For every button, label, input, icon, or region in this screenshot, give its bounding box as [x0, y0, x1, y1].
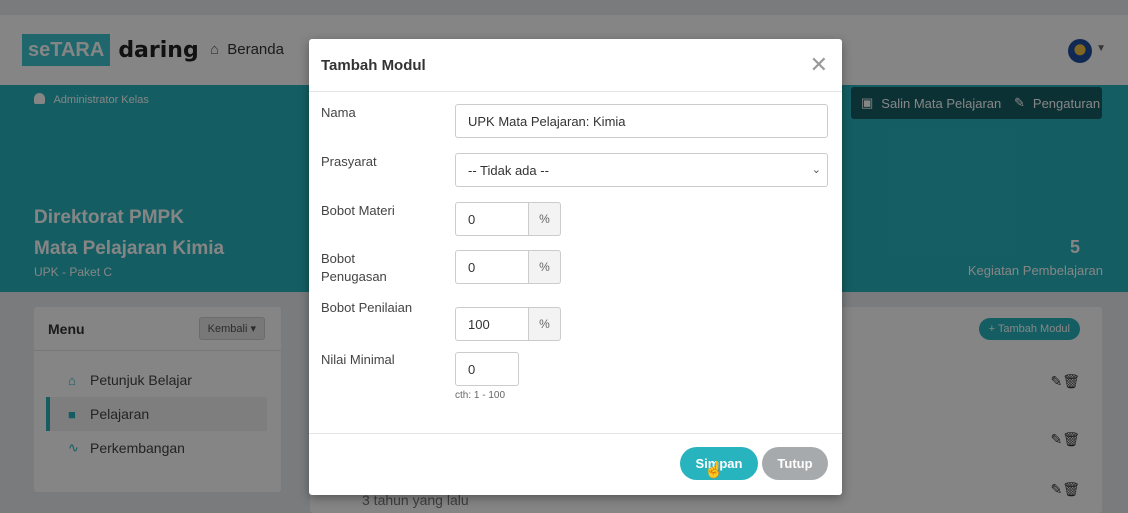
add-module-modal: Tambah Modul ✕ Nama Prasyarat -- Tidak a…	[309, 39, 842, 495]
bobot-materi-input[interactable]: 0	[455, 202, 529, 236]
modal-header: Tambah Modul ✕	[309, 39, 842, 92]
percent-addon: %	[529, 307, 561, 341]
prasyarat-select[interactable]: -- Tidak ada -- ⌄	[455, 153, 828, 187]
percent-addon: %	[529, 250, 561, 284]
hand-cursor-icon: ☝	[704, 462, 724, 479]
field-label: Nama	[321, 105, 356, 120]
prasyarat-selected-value: -- Tidak ada --	[468, 162, 549, 178]
nilai-minimal-help: cth: 1 - 100	[455, 390, 506, 401]
field-label: Bobot Penilaian	[321, 300, 413, 315]
percent-addon: %	[529, 202, 561, 236]
close-button[interactable]: Tutup	[762, 447, 828, 480]
bobot-penilaian-group: 100 %	[455, 307, 561, 341]
modal-title: Tambah Modul	[321, 56, 426, 74]
bobot-materi-group: 0 %	[455, 202, 561, 236]
nilai-minimal-input[interactable]: 0	[455, 352, 519, 386]
bobot-penugasan-group: 0 %	[455, 250, 561, 284]
field-label: Nilai Minimal	[321, 352, 395, 367]
bobot-penilaian-input[interactable]: 100	[455, 307, 529, 341]
field-label: Bobot Materi	[321, 203, 395, 218]
field-label-line1: Bobot	[321, 251, 355, 266]
bobot-penugasan-input[interactable]: 0	[455, 250, 529, 284]
modal-footer: Simpan Tutup ☝	[309, 433, 842, 495]
chevron-down-icon: ⌄	[811, 164, 821, 176]
field-label: Prasyarat	[321, 154, 377, 169]
close-icon[interactable]: ✕	[810, 54, 828, 76]
field-label-line2: Penugasan	[321, 269, 387, 284]
field-label: Bobot Penugasan	[321, 250, 447, 286]
modal-body: Nama Prasyarat -- Tidak ada -- ⌄ Bobot M…	[309, 92, 842, 433]
nama-input[interactable]	[455, 104, 828, 138]
